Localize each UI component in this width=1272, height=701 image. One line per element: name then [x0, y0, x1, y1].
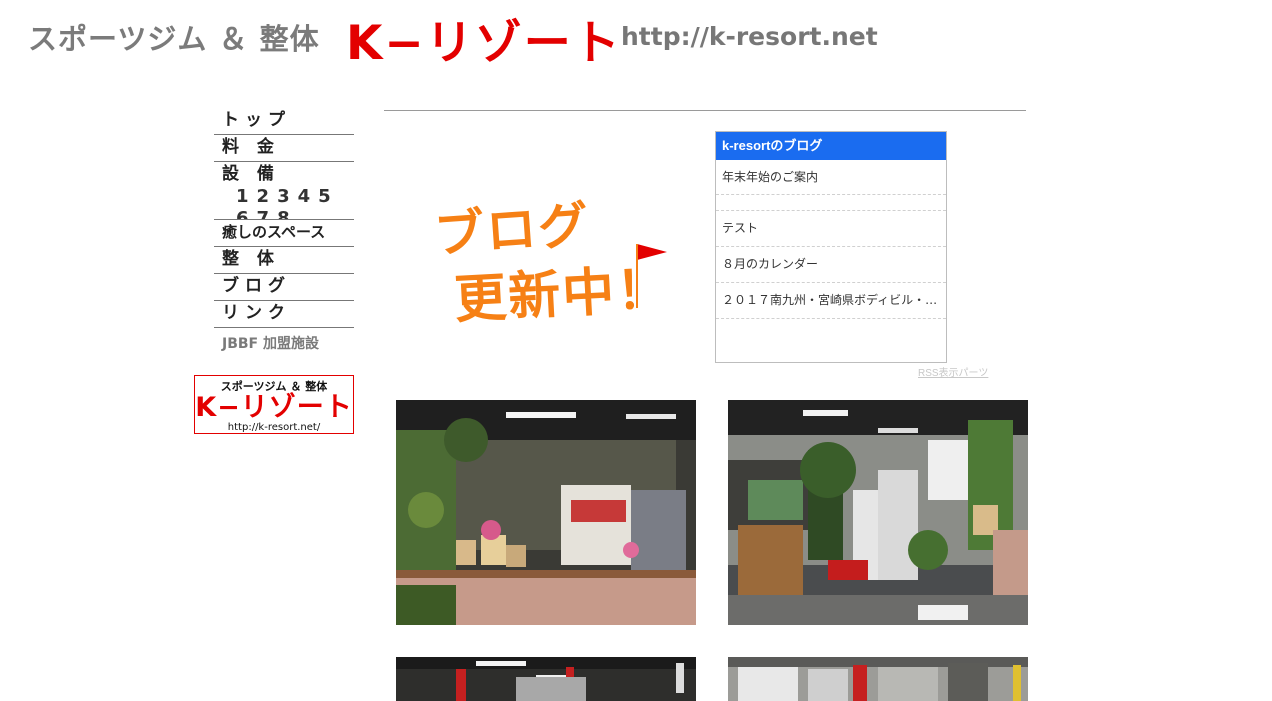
nav-item-relax-space[interactable]: 癒しのスペース [214, 220, 354, 247]
site-name: スポーツジム ＆ 整体 [28, 22, 320, 56]
banner-logo: K−リゾート [195, 392, 353, 423]
equipment-link-2[interactable]: 2 [257, 186, 278, 207]
blog-updating-banner[interactable]: ブログ 更新中！ [430, 190, 680, 331]
gym-photo-machines [728, 657, 1028, 701]
banner-url: http://k-resort.net/ [227, 422, 321, 433]
equipment-link-4[interactable]: 4 [298, 186, 319, 207]
equipment-link-7[interactable]: 7 [257, 208, 278, 219]
gym-photo-reception [396, 400, 696, 625]
rss-item[interactable] [716, 195, 946, 211]
equipment-link-8[interactable]: 8 [277, 208, 298, 219]
blog-rss-widget: k-resortのブログ 年末年始のご案内 テスト ８月のカレンダー ２０１７南… [715, 131, 947, 363]
rss-item[interactable]: ２０１７南九州・宮崎県ボディビル・フィットネス選手権大会 [716, 283, 946, 319]
nav-item-top[interactable]: トップ [214, 108, 354, 135]
jbbf-link[interactable]: JBBF 加盟施設 [214, 328, 354, 358]
nav-item-links[interactable]: リンク [214, 301, 354, 328]
nav-item-equipment-label[interactable]: 設 備 [222, 164, 280, 184]
sidebar-nav: トップ 料 金 設 備 12345 678 癒しのスペース 整 体 ブログ リン… [214, 108, 354, 358]
rss-widget-title[interactable]: k-resortのブログ [716, 132, 946, 160]
gym-photo-weights [396, 657, 696, 701]
gym-photo-equipment [728, 400, 1028, 625]
equipment-link-5[interactable]: 5 [318, 186, 339, 207]
site-logo[interactable]: K−リゾート [346, 4, 622, 73]
rss-item[interactable]: 年末年始のご案内 [716, 160, 946, 195]
flag-icon [636, 244, 667, 308]
equipment-link-6[interactable]: 6 [236, 208, 257, 219]
rss-item[interactable]: ８月のカレンダー [716, 247, 946, 283]
content-divider [384, 110, 1026, 111]
nav-item-blog[interactable]: ブログ [214, 274, 354, 301]
equipment-subnav-row1: 12345 [222, 186, 354, 208]
equipment-subnav-row2: 678 [222, 208, 354, 219]
site-header: スポーツジム ＆ 整体 K−リゾート http://k-resort.net [0, 0, 1272, 73]
nav-item-pricing[interactable]: 料 金 [214, 135, 354, 162]
nav-item-equipment[interactable]: 設 備 12345 678 [214, 162, 354, 220]
rss-item[interactable]: テスト [716, 211, 946, 247]
rss-powered-link[interactable]: RSS表示パーツ [918, 364, 988, 379]
k-resort-banner[interactable]: スポーツジム ＆ 整体 K−リゾート http://k-resort.net/ [194, 375, 354, 434]
equipment-link-1[interactable]: 1 [236, 186, 257, 207]
nav-item-seitai[interactable]: 整 体 [214, 247, 354, 274]
site-url[interactable]: http://k-resort.net [621, 22, 878, 51]
equipment-link-3[interactable]: 3 [277, 186, 298, 207]
